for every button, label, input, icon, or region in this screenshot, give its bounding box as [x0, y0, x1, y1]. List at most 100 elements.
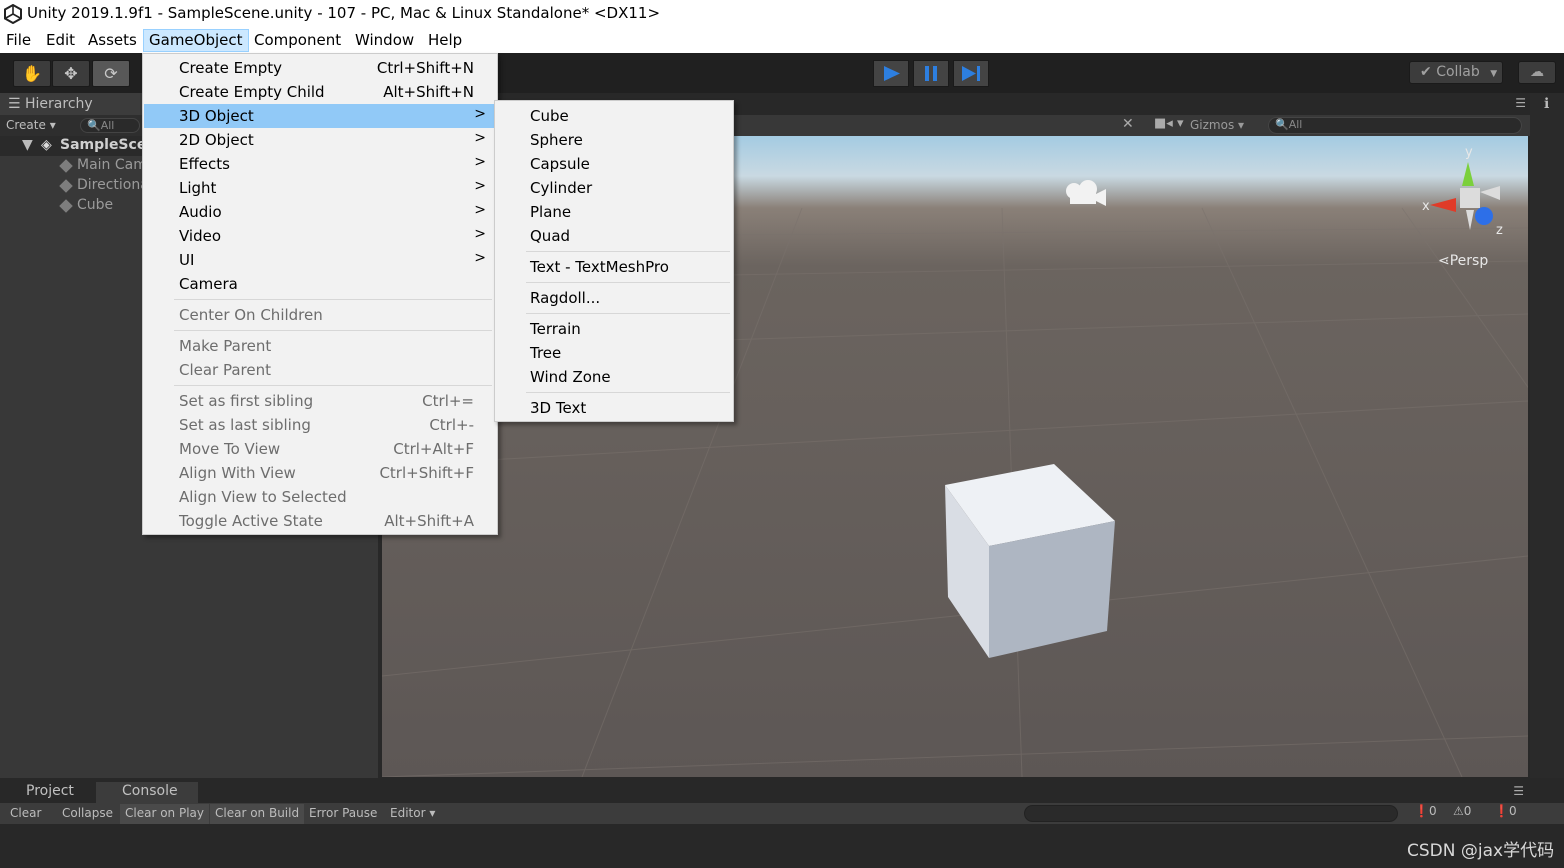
menu-gameobject[interactable]: GameObject [143, 29, 249, 52]
submenu-arrow-icon: > [474, 130, 486, 146]
info-icon[interactable]: ℹ [1544, 96, 1549, 112]
submenu-arrow-icon: > [474, 250, 486, 266]
expand-arrow-icon[interactable]: ▼ [22, 137, 33, 153]
gameobject-icon [59, 179, 73, 193]
menu-item-move-to-view[interactable]: Move To View Ctrl+Alt+F [144, 437, 496, 461]
collab-button[interactable]: ✔ Collab ▼ [1409, 61, 1503, 84]
gameobject-menu: Create Empty Ctrl+Shift+N Create Empty Ch… [142, 53, 498, 535]
submenu-item-cylinder[interactable]: Cylinder [496, 176, 732, 200]
pause-button[interactable] [913, 60, 949, 87]
submenu-item-wind-zone[interactable]: Wind Zone [496, 365, 732, 389]
clear-on-build-button[interactable]: Clear on Build [210, 804, 305, 824]
menu-item-label: Cube [530, 107, 569, 125]
menu-item-label: Plane [530, 203, 572, 221]
editor-dropdown[interactable]: Editor ▾ [385, 804, 440, 824]
menu-item-shortcut: Ctrl+Shift+N [376, 59, 474, 77]
panel-menu-icon[interactable]: ☰ [1513, 784, 1524, 798]
error-pause-button[interactable]: Error Pause [304, 804, 382, 824]
move-tool-button[interactable]: ✥ [52, 60, 90, 87]
menu-item-create-empty[interactable]: Create Empty Ctrl+Shift+N [144, 56, 496, 80]
submenu-item-plane[interactable]: Plane [496, 200, 732, 224]
gizmos-dropdown[interactable]: Gizmos ▾ [1190, 118, 1244, 132]
menu-item-label: 3D Text [530, 399, 587, 417]
bottom-tab-strip: Project Console ☰ [0, 782, 1564, 803]
orientation-gizmo[interactable]: y x z [1422, 144, 1512, 236]
persp-label[interactable]: ⋖Persp [1438, 253, 1488, 269]
cube-object[interactable] [942, 461, 1122, 661]
submenu-item-tree[interactable]: Tree [496, 341, 732, 365]
menu-item-align-with-view[interactable]: Align With View Ctrl+Shift+F [144, 461, 496, 485]
menu-item-light[interactable]: Light > [144, 176, 496, 200]
hand-tool-button[interactable]: ✋ [13, 60, 51, 87]
console-search-input[interactable] [1024, 805, 1398, 822]
axis-x-label: x [1422, 199, 1430, 214]
menu-item-clear-parent[interactable]: Clear Parent [144, 358, 496, 382]
menu-item-label: Align With View [179, 464, 296, 482]
menu-item-label: Sphere [530, 131, 583, 149]
menu-item-make-parent[interactable]: Make Parent [144, 334, 496, 358]
menu-item-toggle-active-state[interactable]: Toggle Active State Alt+Shift+A [144, 509, 496, 533]
hierarchy-search-input[interactable]: 🔍All [80, 118, 140, 133]
menu-item-label: Camera [179, 275, 238, 293]
step-button[interactable] [953, 60, 989, 87]
play-button[interactable] [873, 60, 909, 87]
hierarchy-tab[interactable]: ☰ Hierarchy [0, 93, 140, 115]
menu-separator [526, 392, 730, 393]
tab-console-label: Console [122, 783, 178, 799]
menu-item-audio[interactable]: Audio > [144, 200, 496, 224]
submenu-item-capsule[interactable]: Capsule [496, 152, 732, 176]
error-count[interactable]: ❗0 [1494, 804, 1517, 823]
menu-item-set-last-sibling[interactable]: Set as last sibling Ctrl+- [144, 413, 496, 437]
menu-item-3d-object[interactable]: 3D Object > [144, 104, 496, 128]
menu-item-shortcut: Ctrl+= [422, 392, 474, 410]
menu-window[interactable]: Window [349, 29, 420, 52]
cloud-button[interactable]: ☁ [1518, 61, 1556, 84]
clear-on-play-button[interactable]: Clear on Play [120, 804, 209, 824]
menu-component[interactable]: Component [248, 29, 347, 52]
menu-item-label: Text - TextMeshPro [530, 258, 669, 276]
menu-item-label: Audio [179, 203, 222, 221]
tab-project[interactable]: Project [0, 782, 82, 803]
menu-item-label: Create Empty [179, 59, 282, 77]
error-count-value: 0 [1508, 804, 1517, 818]
info-count[interactable]: ❗0 [1414, 804, 1437, 823]
menu-assets[interactable]: Assets [82, 29, 143, 52]
tools-icon[interactable]: ✕ [1122, 116, 1134, 132]
warning-count[interactable]: ⚠0 [1453, 804, 1471, 823]
menu-help[interactable]: Help [422, 29, 468, 52]
inspector-strip: ℹ [1530, 93, 1564, 778]
panel-menu-icon[interactable]: ☰ [1515, 96, 1526, 110]
submenu-item-text-textmeshpro[interactable]: Text - TextMeshPro [496, 255, 732, 279]
submenu-item-3d-text[interactable]: 3D Text [496, 396, 732, 420]
menu-edit[interactable]: Edit [40, 29, 81, 52]
submenu-item-ragdoll[interactable]: Ragdoll... [496, 286, 732, 310]
scene-search-input[interactable]: 🔍All [1268, 117, 1522, 134]
unity-logo-icon [4, 4, 22, 24]
collapse-button[interactable]: Collapse [57, 804, 118, 824]
camera-icon[interactable]: ■◂ ▾ [1154, 116, 1183, 131]
rotate-tool-button[interactable]: ⟳ [92, 60, 130, 87]
submenu-item-sphere[interactable]: Sphere [496, 128, 732, 152]
menu-file[interactable]: File [0, 29, 37, 52]
clear-button[interactable]: Clear [5, 804, 46, 824]
submenu-item-terrain[interactable]: Terrain [496, 317, 732, 341]
menu-item-create-empty-child[interactable]: Create Empty Child Alt+Shift+N [144, 80, 496, 104]
warning-count-value: 0 [1463, 804, 1472, 818]
menu-item-center-on-children[interactable]: Center On Children [144, 303, 496, 327]
hierarchy-create-button[interactable]: Create ▾ [6, 118, 56, 132]
menu-item-video[interactable]: Video > [144, 224, 496, 248]
console-log-area[interactable] [0, 824, 1564, 868]
info-icon: ❗ [1414, 804, 1429, 818]
submenu-item-quad[interactable]: Quad [496, 224, 732, 248]
menu-item-effects[interactable]: Effects > [144, 152, 496, 176]
menu-item-camera[interactable]: Camera [144, 272, 496, 296]
menu-item-ui[interactable]: UI > [144, 248, 496, 272]
tab-console[interactable]: Console [96, 782, 198, 803]
error-icon: ❗ [1494, 804, 1509, 818]
move-icon: ✥ [64, 64, 78, 83]
menu-bar: File Edit Assets GameObject Component Wi… [0, 28, 1564, 53]
menu-item-set-first-sibling[interactable]: Set as first sibling Ctrl+= [144, 389, 496, 413]
submenu-item-cube[interactable]: Cube [496, 104, 732, 128]
menu-item-2d-object[interactable]: 2D Object > [144, 128, 496, 152]
menu-item-align-view-to-selected[interactable]: Align View to Selected [144, 485, 496, 509]
